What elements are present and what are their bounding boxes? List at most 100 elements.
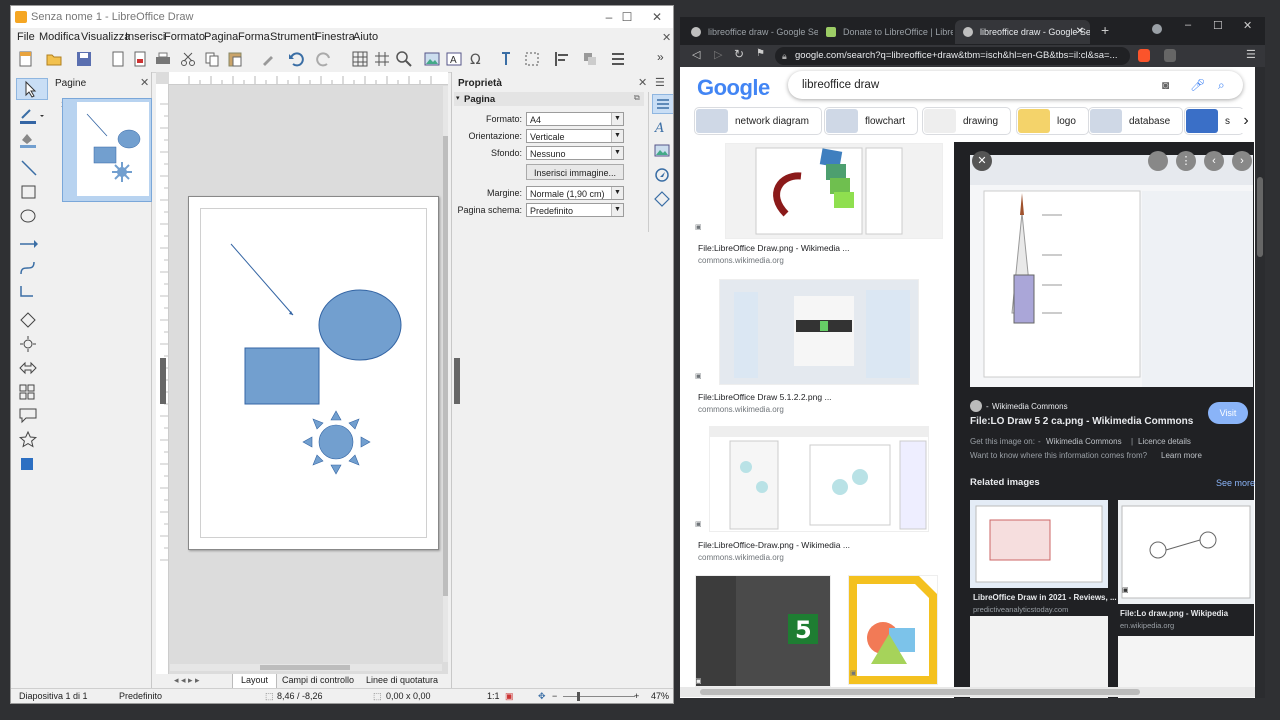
drawn-ellipse[interactable]: [318, 289, 402, 361]
export-pdf-icon[interactable]: [131, 50, 149, 68]
menu-strumenti[interactable]: Strumenti: [270, 31, 317, 43]
special-character-icon[interactable]: Ω: [467, 50, 485, 68]
menu-inserisci[interactable]: Inserisci: [125, 31, 165, 43]
close-tab-icon[interactable]: ✕: [1076, 20, 1084, 44]
close-document-icon[interactable]: ✕: [662, 31, 671, 44]
result-image[interactable]: 5: [695, 575, 831, 687]
drawn-rectangle[interactable]: [244, 347, 320, 405]
insert-textbox-icon[interactable]: A: [445, 50, 463, 68]
bookmark-icon[interactable]: ⚑: [756, 48, 765, 59]
zoom-slider-handle[interactable]: [577, 692, 580, 701]
browser-tab-2[interactable]: Donate to LibreOffice | LibreOffice: [818, 20, 953, 44]
visit-button[interactable]: Visit: [1208, 402, 1248, 424]
symbol-shapes-icon[interactable]: [16, 334, 46, 354]
save-icon[interactable]: [75, 50, 93, 68]
zoom-icon[interactable]: [395, 50, 413, 68]
chip-database[interactable]: database: [1088, 107, 1184, 135]
result-caption[interactable]: File:LibreOffice Draw 5.1.2.2.png ...: [698, 392, 832, 402]
chip-drawing[interactable]: drawing: [922, 107, 1012, 135]
drawn-arrow-line[interactable]: [230, 243, 294, 316]
fontwork-icon[interactable]: [497, 50, 515, 68]
formato-select[interactable]: A4 ▼: [526, 112, 624, 126]
flowchart-icon[interactable]: [16, 382, 46, 402]
google-logo[interactable]: Google: [697, 75, 770, 101]
page-horizontal-scrollbar[interactable]: [680, 687, 1255, 697]
related-image-3[interactable]: [970, 616, 1108, 698]
status-zoom[interactable]: 47%: [651, 691, 669, 701]
margini-select[interactable]: Normale (1,90 cm) ▼: [526, 186, 624, 200]
get-image-site-link[interactable]: Wikimedia Commons: [1046, 437, 1122, 446]
camera-icon[interactable]: ◙: [1162, 71, 1169, 99]
back-icon[interactable]: ◁: [692, 48, 700, 61]
menu-visualizza[interactable]: Visualizza: [81, 31, 130, 43]
licence-link[interactable]: Licence details: [1138, 437, 1191, 446]
result-caption[interactable]: File:LibreOffice Draw.png - Wikimedia ..…: [698, 243, 849, 253]
connector-tool-icon[interactable]: [16, 282, 46, 302]
menu-modifica[interactable]: Modifica: [39, 31, 80, 43]
chips-next-icon[interactable]: ›: [1236, 109, 1256, 133]
browser-tab-3[interactable]: libreoffice draw - Google Search✕: [955, 20, 1090, 44]
print-icon[interactable]: [154, 50, 172, 68]
curve-tool-icon[interactable]: [16, 258, 46, 278]
orientazione-select[interactable]: Verticale ▼: [526, 129, 624, 143]
gallery-deck-icon[interactable]: [652, 142, 672, 160]
related-caption[interactable]: LibreOffice Draw in 2021 - Reviews, ...: [973, 593, 1117, 602]
related-caption[interactable]: File:Lo draw.png - Wikipedia: [1120, 609, 1228, 618]
tab-campi-controllo[interactable]: Campi di controllo: [282, 675, 354, 685]
next-icon[interactable]: ›: [1232, 151, 1252, 171]
maximize-icon[interactable]: ☐: [613, 8, 641, 26]
toolbar-overflow-icon[interactable]: »: [657, 50, 673, 68]
search-input[interactable]: libreoffice draw ◙ 🎤︎ ⌕: [788, 71, 1243, 99]
zoom-out-icon[interactable]: −: [552, 691, 557, 701]
basic-shapes-icon[interactable]: [16, 310, 46, 330]
undo-icon[interactable]: [287, 50, 305, 68]
zoom-slider[interactable]: [563, 692, 635, 701]
microphone-icon[interactable]: 🎤︎: [1190, 71, 1205, 99]
select-icon[interactable]: [16, 78, 48, 100]
browser-menu-icon[interactable]: ☰: [1246, 48, 1256, 61]
forward-icon[interactable]: ▷: [714, 48, 722, 61]
collapse-pages-handle[interactable]: [160, 358, 166, 404]
arrow-tool-icon[interactable]: [16, 234, 46, 254]
preview-image[interactable]: ✕ ⋮ ‹ ›: [970, 151, 1253, 387]
lens-icon[interactable]: [1148, 151, 1168, 171]
tab-layout[interactable]: Layout: [232, 674, 278, 689]
browser-tab-1[interactable]: libreoffice draw - Google Search: [683, 20, 818, 44]
status-scale[interactable]: 1:1: [487, 691, 500, 701]
collapse-sidebar-handle[interactable]: [454, 358, 460, 404]
learn-more-link[interactable]: Learn more: [1161, 451, 1202, 460]
more-options-icon[interactable]: ⋮: [1176, 151, 1196, 171]
tab-linee-quotatura[interactable]: Linee di quotatura: [366, 675, 438, 685]
url-bar[interactable]: 🔒︎ google.com/search?q=libreoffice+draw&…: [775, 47, 1130, 65]
close-icon[interactable]: ✕: [643, 8, 671, 26]
page-vertical-scrollbar[interactable]: [1255, 67, 1265, 698]
vertical-scrollbar[interactable]: [443, 86, 448, 662]
line-color-icon[interactable]: [16, 106, 46, 126]
document-modified-icon[interactable]: ▣: [505, 691, 514, 702]
page-thumbnail[interactable]: [62, 98, 152, 202]
properties-deck-icon[interactable]: [652, 94, 673, 114]
tab-nav-icons[interactable]: ◂ ◂ ▸ ▸: [174, 675, 200, 686]
pagina-schema-select[interactable]: Predefinito ▼: [526, 203, 624, 217]
cut-icon[interactable]: [179, 50, 197, 68]
result-image[interactable]: [719, 279, 919, 385]
horizontal-scrollbar[interactable]: [170, 664, 442, 671]
result-caption[interactable]: File:LibreOffice-Draw.png - Wikimedia ..…: [698, 540, 850, 550]
ellipse-tool-icon[interactable]: [16, 206, 46, 226]
zoom-in-icon[interactable]: +: [634, 691, 639, 701]
previous-icon[interactable]: ‹: [1204, 151, 1224, 171]
styles-deck-icon[interactable]: A: [652, 118, 672, 136]
grid-icon[interactable]: [351, 50, 369, 68]
drawing-page[interactable]: [188, 196, 439, 550]
vertical-scroll-thumb[interactable]: [443, 136, 448, 596]
clone-formatting-icon[interactable]: [259, 50, 277, 68]
collapse-section-icon[interactable]: ▾: [456, 94, 460, 102]
menu-forma[interactable]: Forma: [238, 31, 270, 43]
sidebar-menu-icon[interactable]: ☰: [655, 76, 665, 89]
result-image[interactable]: [725, 143, 943, 239]
new-document-icon[interactable]: [17, 50, 35, 68]
distribute-icon[interactable]: [609, 50, 627, 68]
tab-search-icon[interactable]: [1152, 24, 1162, 34]
new-tab-icon[interactable]: +: [1101, 22, 1109, 38]
close-sidebar-icon[interactable]: ✕: [638, 76, 647, 89]
